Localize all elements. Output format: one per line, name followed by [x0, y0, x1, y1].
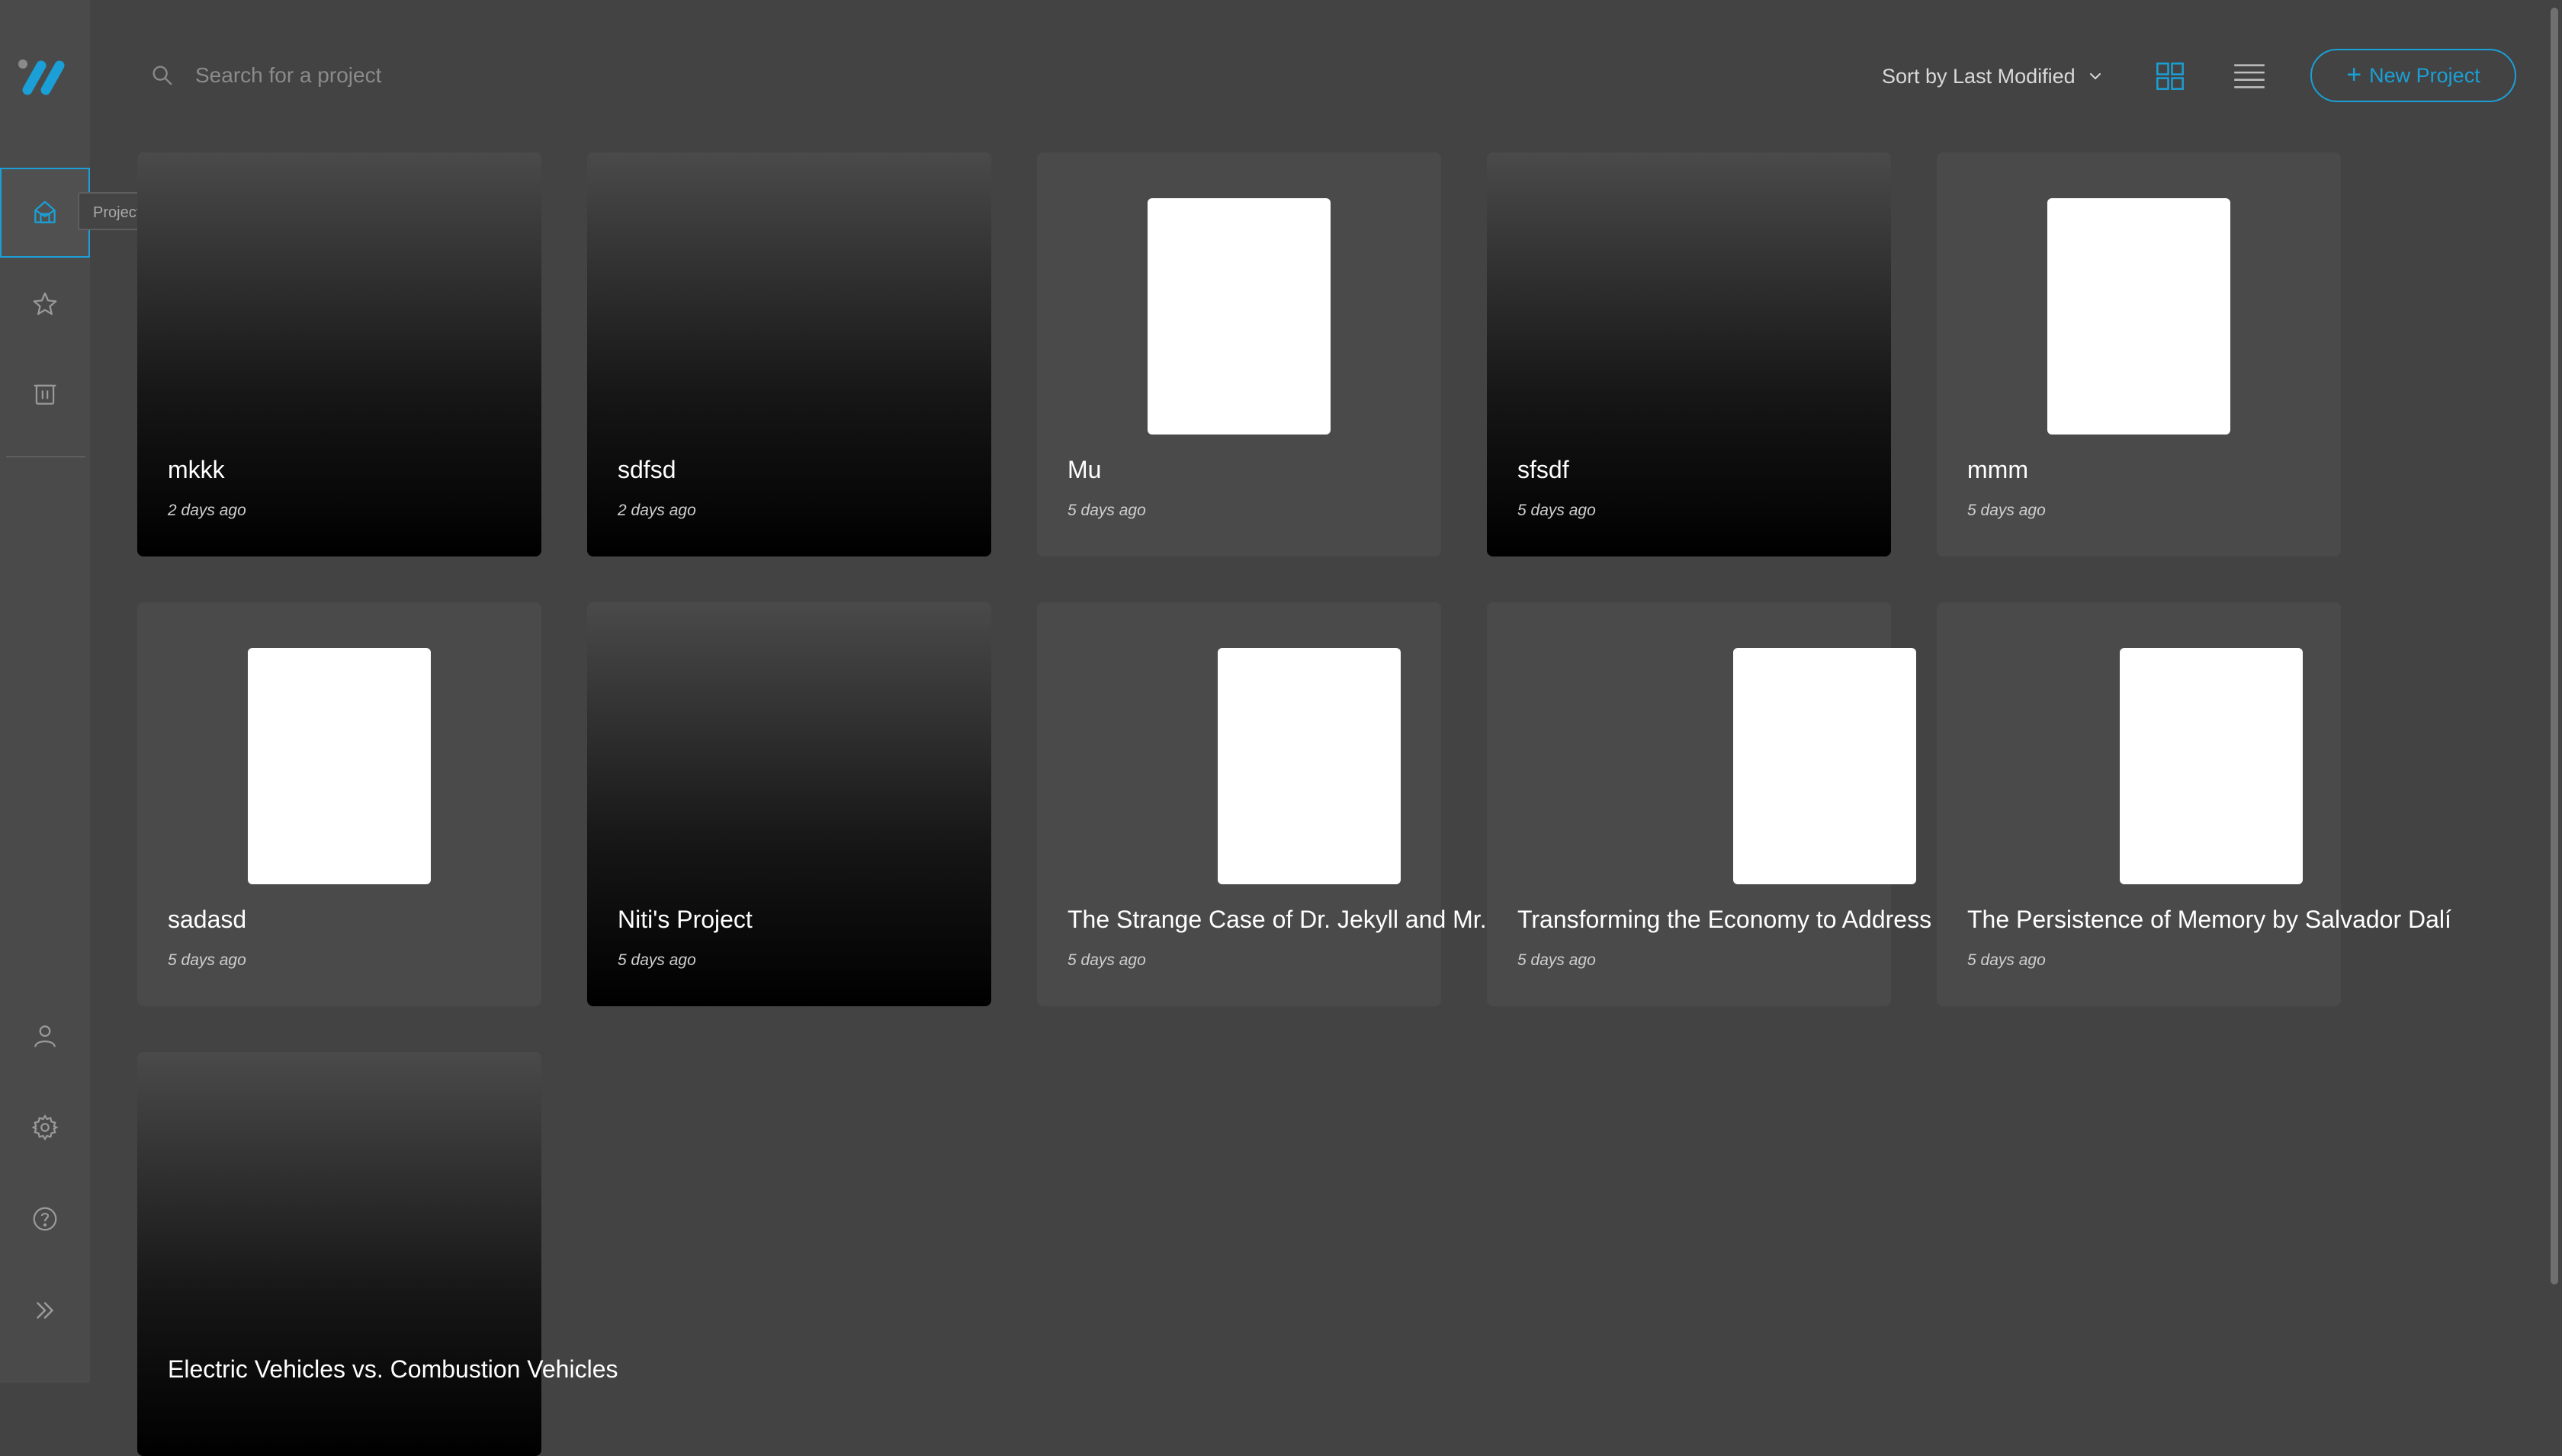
sort-label: Sort by Last Modified [1882, 64, 2076, 88]
sort-dropdown[interactable]: Sort by Last Modified [1882, 59, 2104, 93]
sidebar-expand-button[interactable] [0, 1265, 90, 1355]
project-date: 5 days ago [1967, 951, 2046, 969]
sidebar-item-account[interactable] [0, 991, 90, 1081]
projects-icon [34, 200, 56, 223]
star-icon [33, 292, 57, 316]
project-title: The Strange Case of Dr. Jekyll and Mr. [1068, 906, 1487, 933]
project-card[interactable]: sdfsd 2 days ago [587, 152, 991, 556]
project-title: sfsdf [1517, 456, 1569, 483]
project-card[interactable]: mkkk 2 days ago [137, 152, 541, 556]
project-thumbnail [1148, 198, 1331, 435]
project-card[interactable]: Niti's Project 5 days ago [587, 602, 991, 1006]
project-title: sdfsd [618, 456, 676, 483]
help-icon [33, 1207, 57, 1231]
new-project-label: New Project [2369, 63, 2480, 87]
new-project-button[interactable]: + New Project [2310, 49, 2516, 102]
project-thumbnail [1733, 648, 1916, 884]
project-date: 5 days ago [618, 951, 696, 969]
chevron-down-icon [2089, 73, 2101, 80]
project-title: mmm [1967, 456, 2028, 483]
project-title: Transforming the Economy to Address [1517, 906, 1932, 933]
sidebar [0, 0, 90, 1383]
sidebar-item-projects[interactable] [0, 168, 90, 258]
project-date: 5 days ago [1068, 502, 1146, 519]
project-card[interactable]: Transforming the Economy to Address 5 da… [1487, 602, 1931, 1006]
project-title: Niti's Project [618, 906, 753, 933]
project-card[interactable]: sfsdf 5 days ago [1487, 152, 1891, 556]
project-date: 5 days ago [1517, 502, 1596, 519]
project-date: 2 days ago [618, 502, 696, 519]
app-logo[interactable] [15, 53, 76, 99]
project-thumbnail [2120, 648, 2303, 884]
project-card[interactable]: sadasd 5 days ago [137, 602, 541, 1006]
project-title: Electric Vehicles vs. Combustion Vehicle… [168, 1355, 618, 1383]
scrollbar-thumb[interactable] [2551, 8, 2558, 1284]
project-card[interactable]: mmm 5 days ago [1937, 152, 2341, 556]
project-title: Mu [1068, 456, 1102, 483]
project-date: 2 days ago [168, 502, 246, 519]
project-card[interactable]: The Strange Case of Dr. Jekyll and Mr. 5… [1037, 602, 1487, 1006]
search-icon [152, 66, 172, 85]
project-date: 5 days ago [1967, 502, 2046, 519]
user-icon [34, 1025, 56, 1047]
project-card[interactable]: The Persistence of Memory by Salvador Da… [1937, 602, 2451, 1006]
project-thumbnail [2047, 198, 2230, 435]
sidebar-item-help[interactable] [0, 1174, 90, 1264]
project-title: sadasd [168, 906, 247, 933]
trash-icon [34, 384, 56, 405]
expand-icon [37, 1302, 53, 1319]
gear-icon [31, 1114, 59, 1141]
project-thumbnail [248, 648, 431, 884]
project-card[interactable]: Electric Vehicles vs. Combustion Vehicle… [137, 1052, 618, 1456]
project-date: 5 days ago [1517, 951, 1596, 969]
project-date: 5 days ago [168, 951, 246, 969]
project-date: 5 days ago [1068, 951, 1146, 969]
sidebar-divider [6, 456, 85, 457]
sidebar-item-settings[interactable] [0, 1082, 90, 1172]
grid-view-icon[interactable] [2155, 61, 2185, 91]
list-view-icon[interactable] [2233, 63, 2266, 90]
sidebar-item-trash[interactable] [0, 349, 90, 439]
plus-icon: + [2346, 60, 2362, 89]
project-card[interactable]: Mu 5 days ago [1037, 152, 1441, 556]
search-input[interactable] [194, 55, 654, 96]
project-thumbnail [1218, 648, 1401, 884]
project-title: The Persistence of Memory by Salvador Da… [1967, 906, 2451, 933]
project-title: mkkk [168, 456, 225, 483]
sidebar-item-favorites[interactable] [0, 259, 90, 349]
